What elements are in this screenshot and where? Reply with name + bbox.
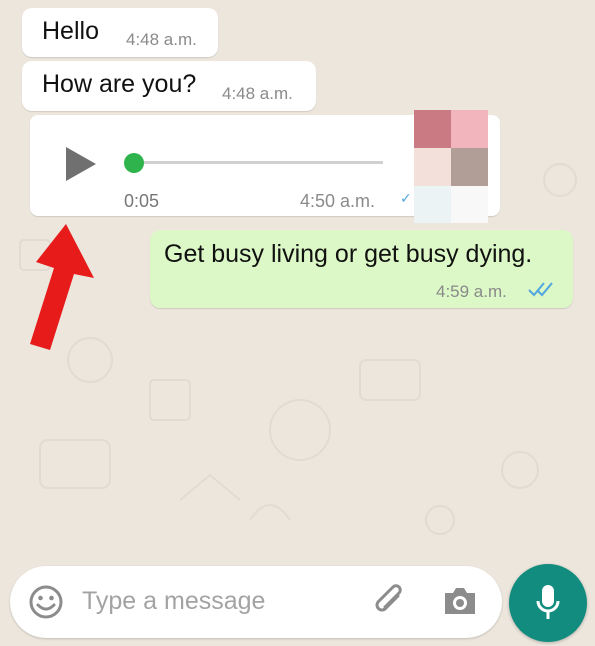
incoming-message-bubble[interactable]: How are you? 4:48 a.m. [22,61,316,111]
blurred-avatar [414,110,488,223]
mic-icon [536,584,560,627]
message-timestamp: 4:59 a.m. [436,282,507,301]
voice-progress-track[interactable] [133,161,383,164]
voice-progress-dot[interactable] [124,153,144,173]
emoji-icon[interactable] [28,584,64,625]
camera-icon[interactable] [442,585,478,622]
message-input[interactable]: Type a message [82,587,265,616]
attachment-icon[interactable] [372,582,410,625]
message-timestamp: 4:48 a.m. [222,84,293,103]
message-text: How are you? [42,70,197,98]
message-text: Get busy living or get busy dying. [164,240,533,268]
red-arrow-annotation [30,224,94,350]
voice-duration: 0:05 [124,191,160,211]
message-timestamp: 4:48 a.m. [126,30,197,49]
voice-status-tick-icon: ✓ [400,190,412,206]
play-icon[interactable] [64,145,98,188]
message-timestamp: 4:50 a.m. [300,191,376,211]
outgoing-message-bubble[interactable]: Get busy living or get busy dying. 4:59 … [150,230,573,308]
double-check-icon [528,280,554,303]
incoming-message-bubble[interactable]: Hello 4:48 a.m. [22,8,218,57]
message-text: Hello [42,17,99,45]
message-composer: Type a message [10,566,502,638]
voice-record-button[interactable] [509,564,587,642]
